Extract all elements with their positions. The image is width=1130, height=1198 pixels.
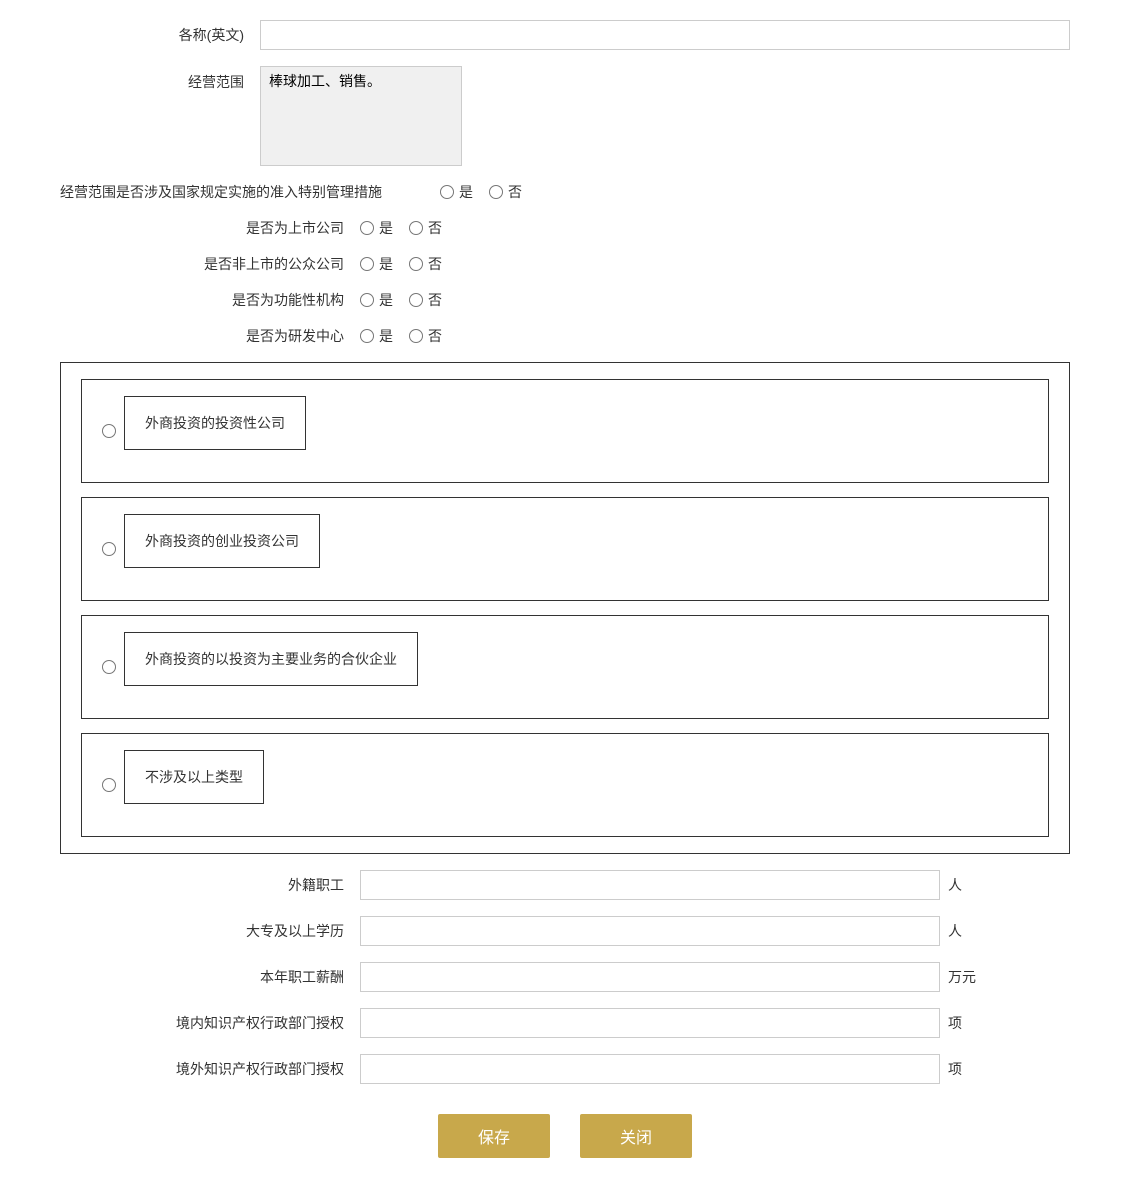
college-above-input[interactable]	[360, 916, 940, 946]
domestic-ip-unit: 项	[940, 1013, 976, 1033]
close-button[interactable]: 关闭	[580, 1114, 692, 1158]
foreign-staff-row: 外籍职工 人	[60, 870, 1070, 900]
rd-center-row: 是否为研发中心 是 否	[60, 326, 1070, 346]
non-listed-public-row: 是否非上市的公众公司 是 否	[60, 254, 1070, 274]
listed-company-radio-group: 是 否	[360, 218, 442, 238]
rd-yes-item[interactable]: 是	[360, 326, 393, 346]
rd-center-label: 是否为研发中心	[60, 326, 360, 346]
venture-invest-radio[interactable]	[102, 542, 116, 556]
form-section: 各称(英文) 经营范围 棒球加工、销售。 经营范围是否涉及国家规定实施的准入特别…	[60, 20, 1070, 1158]
functional-no-item[interactable]: 否	[409, 290, 442, 310]
listed-yes-label: 是	[379, 218, 393, 238]
listed-no-radio[interactable]	[409, 221, 423, 235]
listed-company-label: 是否为上市公司	[60, 218, 360, 238]
venture-invest-label: 外商投资的创业投资公司	[124, 514, 320, 568]
listed-yes-radio[interactable]	[360, 221, 374, 235]
listed-company-row: 是否为上市公司 是 否	[60, 218, 1070, 238]
business-scope-textarea[interactable]: 棒球加工、销售。	[260, 66, 462, 166]
name-en-row: 各称(英文)	[60, 20, 1070, 50]
functional-no-label: 否	[428, 290, 442, 310]
functional-yes-label: 是	[379, 290, 393, 310]
rd-no-item[interactable]: 否	[409, 326, 442, 346]
listed-yes-item[interactable]: 是	[360, 218, 393, 238]
not-involved-label: 不涉及以上类型	[124, 750, 264, 804]
non-listed-public-label: 是否非上市的公众公司	[60, 254, 360, 274]
non-listed-public-radio-group: 是 否	[360, 254, 442, 274]
invest-company-option[interactable]: 外商投资的投资性公司	[81, 379, 1049, 483]
college-above-unit: 人	[940, 921, 976, 941]
not-involved-option[interactable]: 不涉及以上类型	[81, 733, 1049, 837]
special-management-yes-label: 是	[459, 182, 473, 202]
special-management-yes-item[interactable]: 是	[440, 182, 473, 202]
name-en-input[interactable]	[260, 20, 1070, 50]
non-listed-no-radio[interactable]	[409, 257, 423, 271]
salary-input[interactable]	[360, 962, 940, 992]
special-management-row: 经营范围是否涉及国家规定实施的准入特别管理措施 是 否	[60, 182, 1070, 202]
domestic-ip-row: 境内知识产权行政部门授权 项	[60, 1008, 1070, 1038]
rd-yes-label: 是	[379, 326, 393, 346]
domestic-ip-label: 境内知识产权行政部门授权	[60, 1013, 360, 1033]
college-above-label: 大专及以上学历	[60, 921, 360, 941]
salary-row: 本年职工薪酬 万元	[60, 962, 1070, 992]
foreign-staff-unit: 人	[940, 875, 976, 895]
rd-center-radio-group: 是 否	[360, 326, 442, 346]
business-scope-wrapper: 棒球加工、销售。	[260, 66, 1070, 166]
foreign-staff-input[interactable]	[360, 870, 940, 900]
functional-no-radio[interactable]	[409, 293, 423, 307]
non-listed-yes-radio[interactable]	[360, 257, 374, 271]
domestic-ip-input[interactable]	[360, 1008, 940, 1038]
listed-no-label: 否	[428, 218, 442, 238]
main-business-radio[interactable]	[102, 660, 116, 674]
business-scope-row: 经营范围 棒球加工、销售。	[60, 66, 1070, 166]
business-scope-label: 经营范围	[60, 66, 260, 93]
not-involved-radio[interactable]	[102, 778, 116, 792]
foreign-ip-input[interactable]	[360, 1054, 940, 1084]
functional-org-radio-group: 是 否	[360, 290, 442, 310]
special-management-yes-radio[interactable]	[440, 185, 454, 199]
non-listed-no-item[interactable]: 否	[409, 254, 442, 274]
invest-company-label: 外商投资的投资性公司	[124, 396, 306, 450]
special-management-label: 经营范围是否涉及国家规定实施的准入特别管理措施	[60, 182, 440, 202]
rd-yes-radio[interactable]	[360, 329, 374, 343]
non-listed-no-label: 否	[428, 254, 442, 274]
foreign-ip-unit: 项	[940, 1059, 976, 1079]
functional-yes-item[interactable]: 是	[360, 290, 393, 310]
listed-no-item[interactable]: 否	[409, 218, 442, 238]
invest-company-radio[interactable]	[102, 424, 116, 438]
college-above-row: 大专及以上学历 人	[60, 916, 1070, 946]
venture-invest-option[interactable]: 外商投资的创业投资公司	[81, 497, 1049, 601]
investment-type-box: 外商投资的投资性公司 外商投资的创业投资公司 外商投资的以投资为主要业务的合伙企…	[60, 362, 1070, 854]
special-management-no-radio[interactable]	[489, 185, 503, 199]
main-business-option[interactable]: 外商投资的以投资为主要业务的合伙企业	[81, 615, 1049, 719]
name-en-label: 各称(英文)	[60, 25, 260, 46]
functional-yes-radio[interactable]	[360, 293, 374, 307]
non-listed-yes-label: 是	[379, 254, 393, 274]
special-management-no-item[interactable]: 否	[489, 182, 522, 202]
special-management-radio-group: 是 否	[440, 182, 522, 202]
foreign-staff-label: 外籍职工	[60, 875, 360, 895]
save-button[interactable]: 保存	[438, 1114, 550, 1158]
non-listed-yes-item[interactable]: 是	[360, 254, 393, 274]
special-management-no-label: 否	[508, 182, 522, 202]
functional-org-label: 是否为功能性机构	[60, 290, 360, 310]
salary-unit: 万元	[940, 967, 976, 987]
rd-no-label: 否	[428, 326, 442, 346]
foreign-ip-row: 境外知识产权行政部门授权 项	[60, 1054, 1070, 1084]
button-row: 保存 关闭	[60, 1114, 1070, 1158]
main-business-label: 外商投资的以投资为主要业务的合伙企业	[124, 632, 418, 686]
salary-label: 本年职工薪酬	[60, 967, 360, 987]
foreign-ip-label: 境外知识产权行政部门授权	[60, 1059, 360, 1079]
rd-no-radio[interactable]	[409, 329, 423, 343]
functional-org-row: 是否为功能性机构 是 否	[60, 290, 1070, 310]
